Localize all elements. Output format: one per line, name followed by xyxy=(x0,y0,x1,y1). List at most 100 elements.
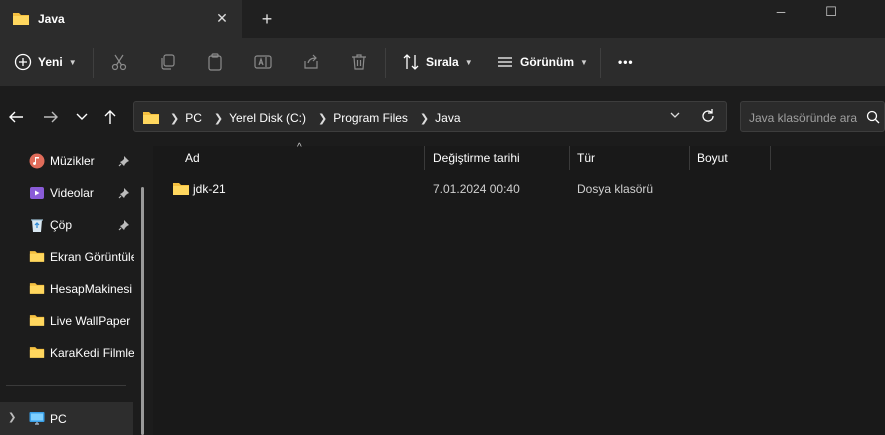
file-list: ^ Ad Değiştirme tarihi Tür Boyut jdk-21 … xyxy=(153,142,885,435)
pin-icon xyxy=(118,155,130,170)
rename-button[interactable] xyxy=(254,48,272,76)
chevron-right-icon: ❯ xyxy=(419,112,430,125)
close-tab-icon[interactable]: ✕ xyxy=(212,8,232,28)
breadcrumb: ❯ PC ❯ Yerel Disk (C:) ❯ Program Files ❯… xyxy=(164,111,467,125)
file-type: Dosya klasörü xyxy=(577,182,654,196)
sort-button[interactable]: Sırala ▼ xyxy=(402,48,473,76)
pin-icon xyxy=(118,219,130,234)
chevron-right-icon: ❯ xyxy=(170,112,180,125)
back-button[interactable] xyxy=(7,108,25,126)
sidebar-item-recycle-bin[interactable]: Çöp xyxy=(0,209,133,241)
new-button-label: Yeni xyxy=(38,55,63,69)
arrow-left-icon xyxy=(9,111,23,123)
column-separator[interactable] xyxy=(569,146,570,170)
chevron-right-icon[interactable]: ❯ xyxy=(8,412,16,423)
chevron-down-icon: ▼ xyxy=(464,57,473,67)
chevron-right-icon: ❯ xyxy=(213,112,224,125)
divider xyxy=(385,48,386,78)
search-input[interactable] xyxy=(747,108,861,128)
cut-button[interactable] xyxy=(110,48,128,76)
arrow-up-icon xyxy=(104,110,116,124)
folder-icon xyxy=(12,11,30,29)
pin-icon xyxy=(118,187,130,202)
folder-icon xyxy=(29,345,45,361)
computer-icon xyxy=(29,411,45,429)
sidebar-item-pc[interactable]: ❯ PC xyxy=(0,402,133,435)
column-header-modified[interactable]: Değiştirme tarihi xyxy=(433,151,520,165)
trash-icon xyxy=(352,54,366,70)
refresh-icon[interactable] xyxy=(700,108,716,127)
chevron-down-icon: ▼ xyxy=(68,57,77,67)
folder-icon xyxy=(29,313,45,329)
folder-icon xyxy=(172,181,190,199)
navigation-pane: Müzikler Videolar Çöp Ekran Görüntüleri … xyxy=(0,146,145,435)
sidebar-scrollbar[interactable] xyxy=(141,187,144,435)
forward-button[interactable] xyxy=(42,108,60,126)
folder-icon xyxy=(142,110,160,128)
up-button[interactable] xyxy=(101,108,119,126)
recent-locations-button[interactable] xyxy=(73,108,91,126)
breadcrumb-pc[interactable]: PC xyxy=(185,111,202,125)
sidebar-item-label: KaraKedi Filmleri xyxy=(50,346,134,360)
share-button[interactable] xyxy=(302,48,320,76)
list-view-icon xyxy=(498,57,512,67)
navigation-bar: ❯ PC ❯ Yerel Disk (C:) ❯ Program Files ❯… xyxy=(0,86,885,146)
sidebar-divider xyxy=(6,385,126,386)
sidebar-item-karakedi[interactable]: KaraKedi Filmleri xyxy=(0,337,134,369)
title-bar: Java ✕ + ─ ☐ xyxy=(0,0,885,38)
address-bar[interactable]: ❯ PC ❯ Yerel Disk (C:) ❯ Program Files ❯… xyxy=(133,101,727,132)
folder-icon xyxy=(29,281,45,297)
divider xyxy=(93,48,94,78)
more-icon: ••• xyxy=(618,55,634,69)
sort-ascending-icon: ^ xyxy=(297,142,302,153)
sidebar-item-label: PC xyxy=(50,412,67,426)
column-separator[interactable] xyxy=(689,146,690,170)
sidebar-item-music[interactable]: Müzikler xyxy=(0,145,133,177)
breadcrumb-local-disk[interactable]: Yerel Disk (C:) xyxy=(229,111,306,125)
delete-button[interactable] xyxy=(350,48,368,76)
command-bar: Yeni ▼ Sırala ▼ Görünüm ▼ ••• xyxy=(0,38,885,87)
table-row[interactable]: jdk-21 7.01.2024 00:40 Dosya klasörü xyxy=(169,177,729,201)
sidebar-item-label: Ekran Görüntüleri xyxy=(50,250,134,264)
paste-button[interactable] xyxy=(206,48,224,76)
column-separator[interactable] xyxy=(770,146,771,170)
tab-java[interactable]: Java ✕ xyxy=(0,0,242,38)
column-separator[interactable] xyxy=(424,146,425,170)
sidebar-item-calculator[interactable]: HesapMakinesi xyxy=(0,273,133,305)
divider xyxy=(600,48,601,78)
sidebar-item-videos[interactable]: Videolar xyxy=(0,177,133,209)
sidebar-item-label: Live WallPaper Fo xyxy=(50,314,134,328)
column-header-type[interactable]: Tür xyxy=(577,151,595,165)
arrow-right-icon xyxy=(44,111,58,123)
share-icon xyxy=(304,54,318,69)
video-icon xyxy=(29,185,45,201)
chevron-down-icon xyxy=(76,113,88,120)
copy-button[interactable] xyxy=(158,48,176,76)
new-tab-button[interactable]: + xyxy=(256,8,278,30)
sidebar-item-label: HesapMakinesi xyxy=(50,282,133,296)
new-button[interactable]: Yeni ▼ xyxy=(14,48,77,76)
maximize-button[interactable]: ☐ xyxy=(808,0,854,24)
file-modified: 7.01.2024 00:40 xyxy=(433,182,520,196)
music-icon xyxy=(29,153,45,169)
address-dropdown-icon[interactable] xyxy=(670,110,680,121)
chevron-right-icon: ❯ xyxy=(318,112,328,125)
column-header-name[interactable]: Ad xyxy=(185,151,200,165)
search-icon xyxy=(866,110,880,127)
view-button[interactable]: Görünüm ▼ xyxy=(496,48,588,76)
rename-icon xyxy=(254,55,272,69)
column-header-size[interactable]: Boyut xyxy=(697,151,728,165)
sort-icon xyxy=(403,54,419,70)
sidebar-item-live-wallpaper[interactable]: Live WallPaper Fo xyxy=(0,305,134,337)
minimize-button[interactable]: ─ xyxy=(758,0,804,24)
breadcrumb-java[interactable]: Java xyxy=(435,111,460,125)
tab-title: Java xyxy=(38,12,65,26)
file-name: jdk-21 xyxy=(193,182,226,196)
more-options-button[interactable]: ••• xyxy=(618,48,634,76)
sidebar-item-screenshots[interactable]: Ekran Görüntüleri xyxy=(0,241,134,273)
breadcrumb-program-files[interactable]: Program Files xyxy=(333,111,408,125)
chevron-down-icon: ▼ xyxy=(580,57,588,67)
clipboard-icon xyxy=(208,53,222,71)
search-box[interactable] xyxy=(740,101,885,132)
recycle-bin-icon xyxy=(29,217,45,233)
